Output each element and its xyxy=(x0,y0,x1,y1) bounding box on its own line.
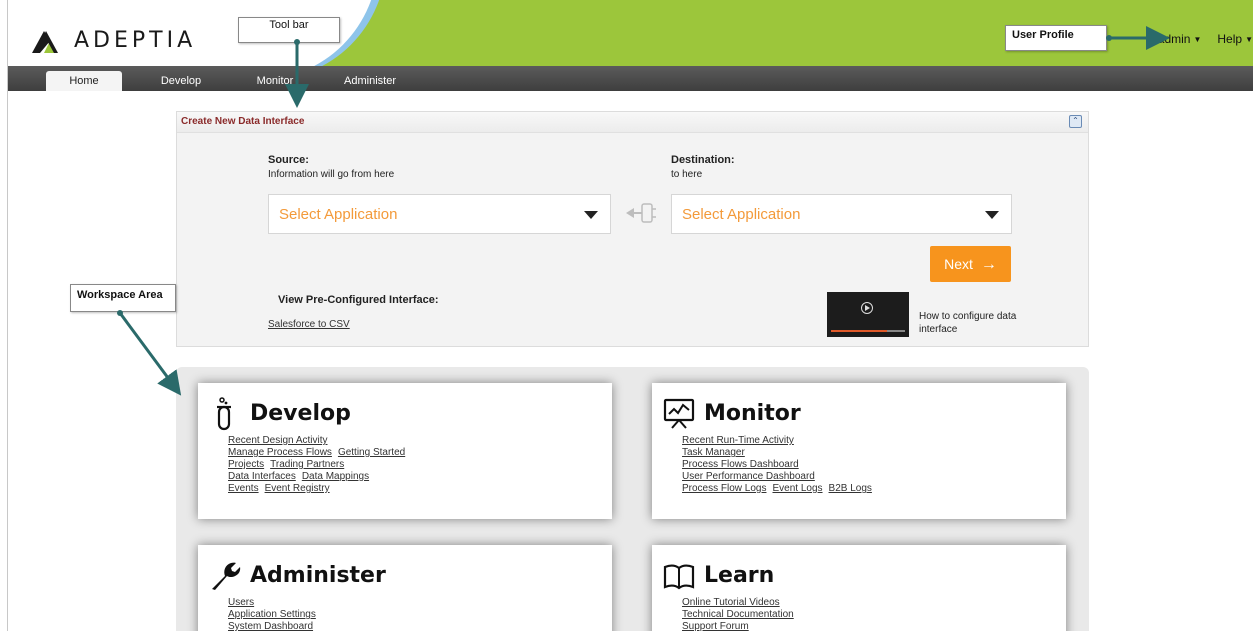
dropdown-arrow-icon xyxy=(985,211,999,219)
link-recent-run-time-activity[interactable]: Recent Run-Time Activity xyxy=(682,435,794,446)
tab-monitor[interactable]: Monitor xyxy=(240,71,310,91)
next-button[interactable]: Next → xyxy=(930,246,1011,282)
connector-plug-icon xyxy=(626,203,656,223)
admin-label: admin xyxy=(1157,32,1191,46)
help-menu[interactable]: Help ▼ xyxy=(1217,32,1253,46)
tab-administer[interactable]: Administer xyxy=(330,71,410,91)
link-data-mappings[interactable]: Data Mappings xyxy=(302,471,369,482)
chevron-down-icon: ▼ xyxy=(1193,35,1202,45)
user-profile-callout: User Profile xyxy=(1005,25,1107,51)
adeptia-logo[interactable]: ADEPTIA xyxy=(32,28,196,53)
panel-header: Create New Data Interface ⌃ xyxy=(177,112,1088,133)
dropdown-arrow-icon xyxy=(584,211,598,219)
double-chevron-up-icon[interactable]: ⌃ xyxy=(1069,115,1082,128)
administer-links: Users Application Settings System Dashbo… xyxy=(228,597,322,631)
video-caption: How to configure data interface xyxy=(919,311,1017,335)
window-left-border xyxy=(0,0,8,631)
link-data-interfaces[interactable]: Data Interfaces xyxy=(228,471,296,482)
link-events[interactable]: Events xyxy=(228,483,259,494)
link-event-logs[interactable]: Event Logs xyxy=(772,483,822,494)
tutorial-video-thumbnail[interactable] xyxy=(827,292,909,337)
develop-card: Develop Recent Design Activity Manage Pr… xyxy=(198,383,612,519)
monitor-links: Recent Run-Time Activity Task Manager Pr… xyxy=(682,435,878,495)
play-icon xyxy=(861,302,873,314)
preconfigured-label: View Pre-Configured Interface: xyxy=(278,294,439,306)
destination-select-text: Select Application xyxy=(682,206,801,223)
source-select-text: Select Application xyxy=(279,206,398,223)
chevron-down-icon: ▼ xyxy=(1245,35,1253,45)
link-getting-started[interactable]: Getting Started xyxy=(338,447,405,458)
link-recent-design-activity[interactable]: Recent Design Activity xyxy=(228,435,328,446)
workspace-area-callout: Workspace Area xyxy=(70,284,176,312)
link-technical-documentation[interactable]: Technical Documentation xyxy=(682,609,794,620)
source-application-select[interactable]: Select Application xyxy=(268,194,611,234)
video-progress-bar xyxy=(831,330,905,332)
open-book-icon xyxy=(663,564,695,590)
toolbar-callout: Tool bar xyxy=(238,17,340,43)
link-b2b-logs[interactable]: B2B Logs xyxy=(829,483,872,494)
next-label: Next xyxy=(944,256,973,272)
link-projects[interactable]: Projects xyxy=(228,459,264,470)
link-process-flow-logs[interactable]: Process Flow Logs xyxy=(682,483,766,494)
administer-card-title: Administer xyxy=(250,563,386,588)
destination-label: Destination: xyxy=(671,154,735,166)
link-trading-partners[interactable]: Trading Partners xyxy=(270,459,344,470)
learn-card: Learn Online Tutorial Videos Technical D… xyxy=(652,545,1066,631)
tab-home[interactable]: Home xyxy=(46,71,122,91)
link-process-flows-dashboard[interactable]: Process Flows Dashboard xyxy=(682,459,799,470)
admin-menu[interactable]: admin ▼ xyxy=(1158,32,1202,46)
develop-links: Recent Design Activity Manage Process Fl… xyxy=(228,435,411,495)
panel-title: Create New Data Interface xyxy=(181,116,305,127)
link-online-tutorial-videos[interactable]: Online Tutorial Videos xyxy=(682,597,780,608)
destination-sub: to here xyxy=(671,169,703,180)
test-tube-icon xyxy=(217,397,231,431)
monitor-card-title: Monitor xyxy=(704,401,801,426)
workspace-area: Develop Recent Design Activity Manage Pr… xyxy=(176,367,1089,631)
link-system-dashboard[interactable]: System Dashboard xyxy=(228,621,313,631)
link-support-forum[interactable]: Support Forum xyxy=(682,621,749,631)
learn-card-title: Learn xyxy=(704,563,775,588)
develop-card-title: Develop xyxy=(250,401,351,426)
adeptia-logo-icon xyxy=(32,30,58,53)
wrench-icon xyxy=(212,562,241,590)
learn-links: Online Tutorial Videos Technical Documen… xyxy=(682,597,800,631)
link-event-registry[interactable]: Event Registry xyxy=(265,483,330,494)
link-manage-process-flows[interactable]: Manage Process Flows xyxy=(228,447,332,458)
create-data-interface-panel: Create New Data Interface ⌃ Source: Info… xyxy=(176,111,1089,347)
tab-develop[interactable]: Develop xyxy=(146,71,216,91)
link-user-performance-dashboard[interactable]: User Performance Dashboard xyxy=(682,471,815,482)
link-application-settings[interactable]: Application Settings xyxy=(228,609,316,620)
app-frame: ADEPTIA admin ▼ Help ▼ Home Develop Monito… xyxy=(8,0,1253,631)
link-task-manager[interactable]: Task Manager xyxy=(682,447,745,458)
monitor-card: Monitor Recent Run-Time Activity Task Ma… xyxy=(652,383,1066,519)
administer-card: Administer Users Application Settings Sy… xyxy=(198,545,612,631)
monitor-chart-icon xyxy=(663,398,695,429)
source-sub: Information will go from here xyxy=(268,169,395,180)
logo-text: ADEPTIA xyxy=(74,28,197,53)
link-users[interactable]: Users xyxy=(228,597,254,608)
source-label: Source: xyxy=(268,154,309,166)
salesforce-to-csv-link[interactable]: Salesforce to CSV xyxy=(268,319,350,330)
user-menu: admin ▼ Help ▼ xyxy=(1158,32,1253,46)
arrow-right-icon: → xyxy=(980,256,997,273)
main-tabbar: Home Develop Monitor Administer xyxy=(8,66,1253,91)
destination-application-select[interactable]: Select Application xyxy=(671,194,1012,234)
help-label: Help xyxy=(1217,32,1243,46)
